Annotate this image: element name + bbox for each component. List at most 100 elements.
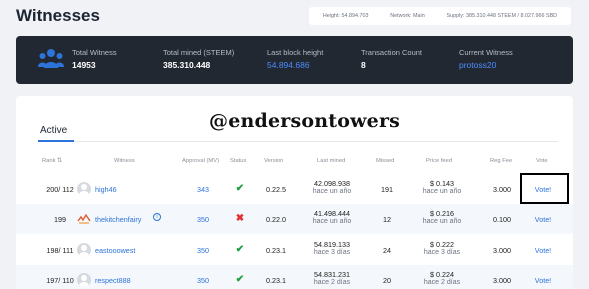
- tab-active-indicator: [38, 140, 74, 142]
- reg-fee-cell: 0.100: [493, 215, 511, 224]
- info-icon[interactable]: i: [153, 213, 161, 221]
- watermark-text: @endersontowers: [209, 110, 401, 132]
- price-feed-cell: $ 0.216 hace un año: [419, 210, 465, 226]
- header-witness: Witness: [114, 158, 135, 164]
- price-feed-cell: $ 0.143 hace un año: [419, 180, 465, 196]
- avatar: [77, 243, 91, 257]
- current-witness-link[interactable]: protoss20: [459, 60, 513, 70]
- vote-button[interactable]: Vote!: [526, 215, 560, 224]
- price-feed-cell: $ 0.222 hace 3 días: [419, 241, 465, 257]
- rank-column-header[interactable]: Rank ⇅: [42, 158, 62, 164]
- status-check-icon: ✔: [235, 183, 245, 194]
- last-mined-cell: 54.819.133 hace 3 días: [306, 241, 358, 257]
- version-cell: 0.22.5: [266, 185, 286, 194]
- table-row: 197/ 110 respect888 350 ✔ 0.23.1 54.831.…: [16, 265, 573, 289]
- missed-cell: 12: [383, 215, 391, 224]
- vote-button[interactable]: Vote!: [526, 246, 560, 255]
- stat-current-witness: Current Witness protoss20: [459, 48, 513, 70]
- price-feed-value: $ 0.143: [430, 179, 454, 188]
- missed-cell: 191: [381, 185, 393, 194]
- header-missed: Missed: [376, 158, 395, 164]
- header-price-feed: Price feed: [426, 158, 453, 164]
- approval-cell[interactable]: 350: [192, 276, 214, 285]
- header-last-mined: Last mined: [317, 158, 346, 164]
- rank-cell: 200/ 112: [46, 185, 74, 194]
- header-status: Status: [230, 158, 247, 164]
- table-row: 198/ 111 eastooowest 350 ✔ 0.23.1 54.819…: [16, 235, 573, 265]
- header-reg-fee: Reg Fee: [490, 158, 513, 164]
- avatar: [77, 273, 91, 287]
- header-vote: Vote: [536, 158, 548, 164]
- witness-name-link[interactable]: respect888: [95, 276, 131, 285]
- version-cell: 0.23.1: [266, 246, 286, 255]
- tab-active[interactable]: Active: [40, 125, 67, 136]
- avatar: [77, 182, 91, 196]
- price-feed-value: $ 0.216: [430, 209, 454, 218]
- page-title: Witnesses: [16, 6, 100, 25]
- last-mined-block: 42.098.938: [314, 179, 350, 188]
- block-height-text: Height: 54.894.703: [322, 13, 369, 19]
- stat-label: Last block height: [267, 48, 324, 57]
- rank-cell: 199: [54, 215, 66, 224]
- stat-label: Transaction Count: [361, 48, 423, 57]
- stat-last-block-height: Last block height 54.894.686: [267, 48, 323, 70]
- rank-cell: 198/ 111: [46, 246, 74, 255]
- last-mined-block: 54.831.231: [314, 270, 350, 279]
- stat-value: 14953: [72, 60, 96, 70]
- missed-cell: 20: [383, 276, 391, 285]
- last-mined-cell: 41.498.444 hace un año: [306, 210, 358, 226]
- status-check-icon: ✔: [235, 274, 245, 285]
- users-group-icon: [38, 49, 64, 68]
- table-row: 199 thekitchenfairy i 350 ✖ 0.22.0 41.49…: [16, 204, 573, 234]
- approval-cell[interactable]: 350: [192, 246, 214, 255]
- stat-total-mined: Total mined (STEEM) 385.310.448: [163, 48, 234, 70]
- table-row: 200/ 112 high46 343 ✔ 0.22.5 42.098.938 …: [16, 174, 573, 204]
- stat-label: Total mined (STEEM): [163, 48, 235, 57]
- missed-cell: 24: [383, 246, 391, 255]
- price-feed-ago: hace un año: [422, 218, 462, 225]
- price-feed-ago: hace 3 días: [423, 249, 461, 256]
- reg-fee-cell: 3.000: [493, 276, 511, 285]
- sort-icon: ⇅: [57, 158, 63, 164]
- price-feed-value: $ 0.224: [430, 270, 454, 279]
- vote-button[interactable]: Vote!: [526, 276, 560, 285]
- stat-value: 385.310.448: [163, 60, 211, 70]
- stat-label: Total Witness: [72, 48, 117, 57]
- approval-cell[interactable]: 350: [192, 215, 214, 224]
- last-block-link[interactable]: 54.894.686: [267, 60, 323, 70]
- price-feed-cell: $ 0.224 hace 2 días: [419, 271, 465, 287]
- version-cell: 0.22.0: [266, 215, 286, 224]
- price-feed-value: $ 0.222: [430, 240, 454, 249]
- last-mined-ago: hace 3 días: [313, 249, 351, 256]
- last-mined-block: 41.498.444: [314, 209, 350, 218]
- header-approval: Approval (MV): [182, 158, 220, 164]
- last-mined-ago: hace un año: [312, 218, 352, 225]
- version-cell: 0.23.1: [266, 276, 286, 285]
- reg-fee-cell: 3.000: [493, 246, 511, 255]
- last-mined-ago: hace 2 días: [313, 279, 351, 286]
- rank-cell: 197/ 110: [46, 276, 74, 285]
- table-header: Rank ⇅ Witness Approval (MV) Status Vers…: [16, 158, 573, 170]
- header-version: Version: [264, 158, 284, 164]
- network-text: Network: Main: [390, 13, 425, 19]
- witness-name-link[interactable]: thekitchenfairy: [95, 215, 141, 224]
- last-mined-ago: hace un año: [312, 188, 352, 195]
- stat-transaction-count: Transaction Count 8: [361, 48, 422, 70]
- witness-table-panel: Active @endersontowers Rank ⇅ Witness Ap…: [16, 96, 573, 289]
- last-mined-cell: 42.098.938 hace un año: [306, 180, 358, 196]
- status-check-icon: ✔: [235, 244, 245, 255]
- network-info-bar: Height: 54.894.703 Network: Main Supply:…: [309, 7, 571, 25]
- supply-text: Supply: 385.310.448 STEEM / 8.027.966 SB…: [446, 13, 558, 19]
- tabs-divider: [38, 141, 558, 142]
- last-mined-cell: 54.831.231 hace 2 días: [306, 271, 358, 287]
- witness-name-link[interactable]: eastooowest: [95, 246, 135, 255]
- header-rank-label: Rank: [42, 158, 56, 164]
- stat-value: 8: [361, 60, 366, 70]
- vote-highlight-box: [520, 173, 569, 204]
- approval-cell[interactable]: 343: [192, 185, 214, 194]
- witness-name-link[interactable]: high46: [95, 185, 117, 194]
- stat-total-witness: Total Witness 14953: [72, 48, 117, 70]
- kitchen-logo-icon: [77, 213, 91, 224]
- stats-banner: Total Witness 14953 Total mined (STEEM) …: [16, 36, 573, 84]
- stat-label: Current Witness: [459, 48, 513, 57]
